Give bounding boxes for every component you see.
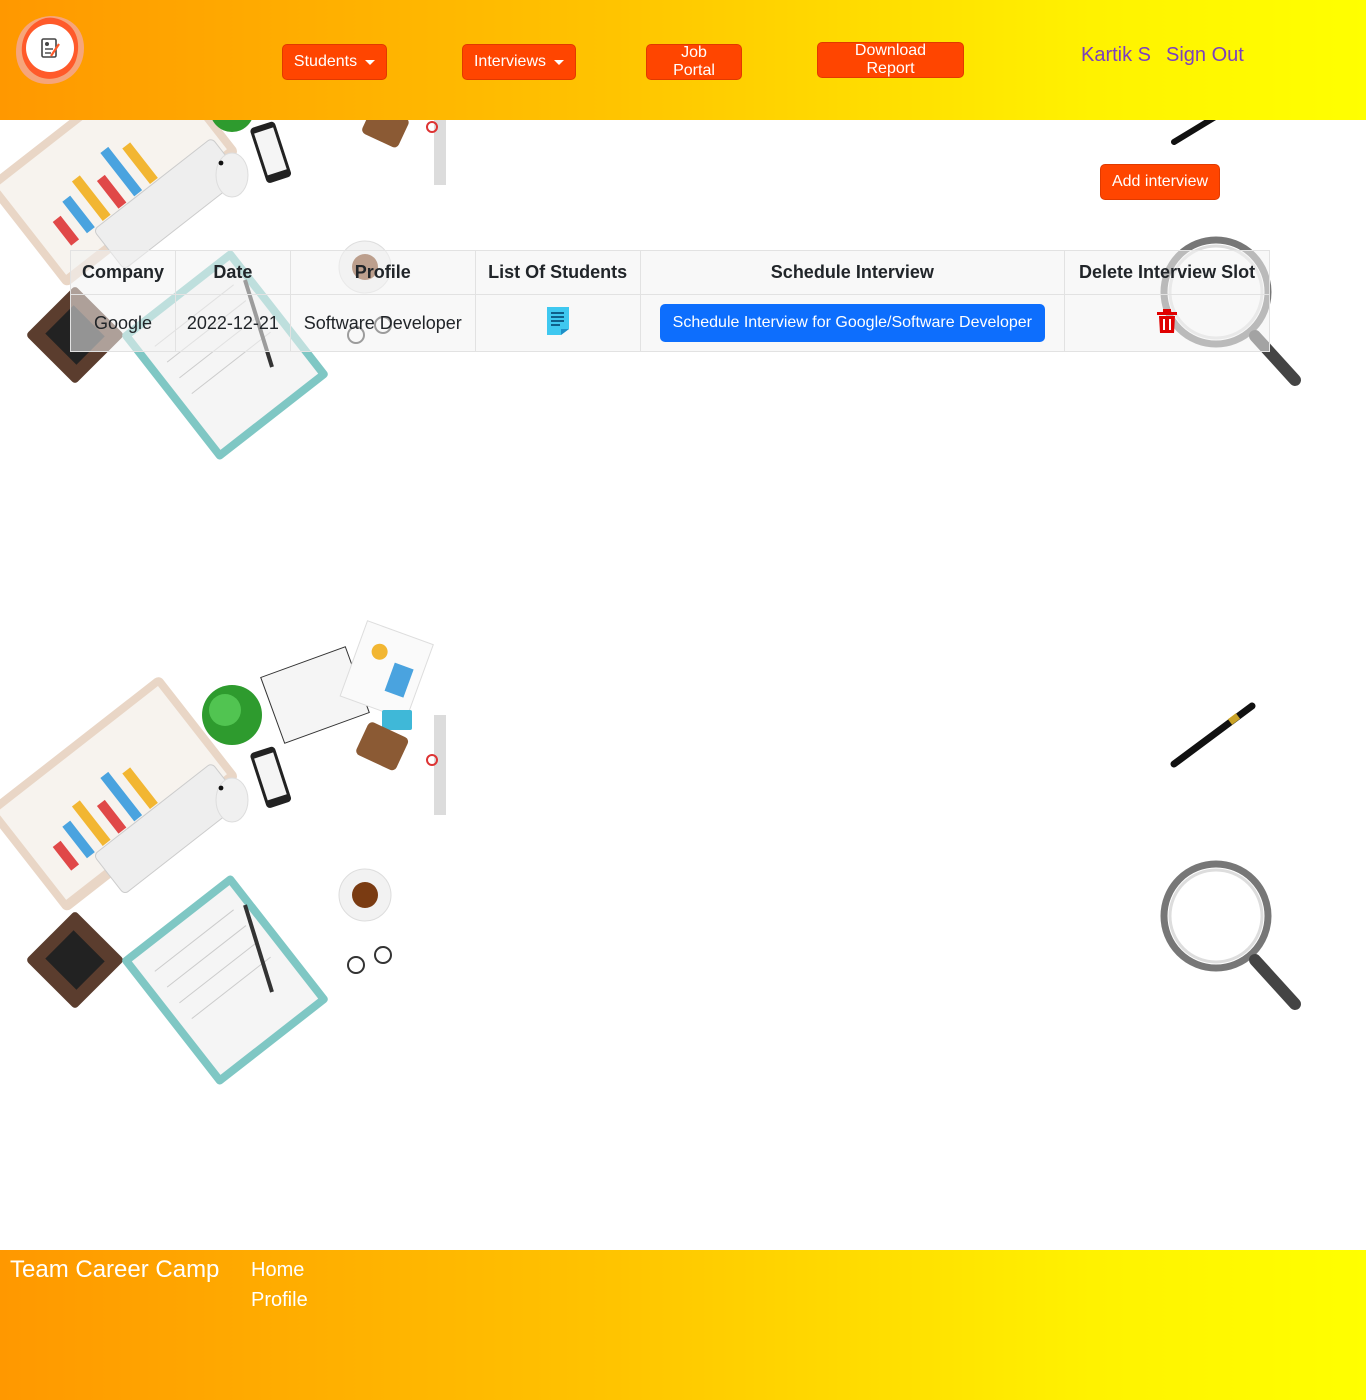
footer-link-profile[interactable]: Profile bbox=[251, 1289, 308, 1312]
user-name-link[interactable]: Kartik S bbox=[1081, 44, 1151, 67]
company-cell: Google bbox=[70, 294, 176, 352]
column-header-list-of-students: List Of Students bbox=[474, 250, 641, 295]
students-label: Students bbox=[293, 53, 358, 70]
column-header-schedule-interview: Schedule Interview bbox=[639, 250, 1066, 295]
sign-out-link[interactable]: Sign Out bbox=[1166, 44, 1244, 67]
magnifier-illustration-bottom bbox=[1160, 860, 1301, 1010]
column-header-delete-slot: Delete Interview Slot bbox=[1064, 250, 1270, 295]
table-header-row: Company Date Profile List Of Students Sc… bbox=[70, 250, 1270, 295]
chevron-down-icon bbox=[365, 59, 376, 65]
schedule-interview-cell: Schedule Interview for Google/Software D… bbox=[639, 294, 1066, 352]
desk-illustration-bottom bbox=[0, 620, 446, 1085]
footer: Team Career Camp Home Profile bbox=[0, 1250, 1366, 1400]
table-row: Google 2022-12-21 Software Developer Sch… bbox=[70, 294, 1270, 352]
download-report-button[interactable]: Download Report bbox=[817, 42, 964, 78]
footer-link-home[interactable]: Home bbox=[251, 1259, 304, 1282]
list-of-students-cell bbox=[474, 294, 641, 352]
chevron-down-icon bbox=[554, 59, 565, 65]
schedule-interview-button[interactable]: Schedule Interview for Google/Software D… bbox=[659, 304, 1045, 342]
interviews-label: Interviews bbox=[473, 53, 547, 70]
column-header-profile: Profile bbox=[289, 250, 476, 295]
pen-illustration-bottom bbox=[1170, 702, 1256, 768]
interviews-dropdown-button[interactable]: Interviews bbox=[462, 44, 576, 80]
date-cell: 2022-12-21 bbox=[174, 294, 291, 352]
add-interview-button[interactable]: Add interview bbox=[1100, 164, 1220, 200]
job-portal-button[interactable]: Job Portal bbox=[646, 44, 742, 80]
students-dropdown-button[interactable]: Students bbox=[282, 44, 387, 80]
column-header-date: Date bbox=[174, 250, 291, 295]
footer-brand: Team Career Camp bbox=[10, 1256, 220, 1283]
trash-icon[interactable] bbox=[1156, 308, 1178, 339]
interviews-table: Company Date Profile List Of Students Sc… bbox=[70, 250, 1270, 352]
delete-slot-cell bbox=[1064, 294, 1270, 352]
resume-logo-icon[interactable] bbox=[14, 14, 86, 86]
profile-cell: Software Developer bbox=[289, 294, 476, 352]
top-navbar: Students Interviews Job Portal Download … bbox=[0, 0, 1366, 120]
column-header-company: Company bbox=[70, 250, 176, 295]
document-list-icon[interactable] bbox=[545, 305, 571, 342]
